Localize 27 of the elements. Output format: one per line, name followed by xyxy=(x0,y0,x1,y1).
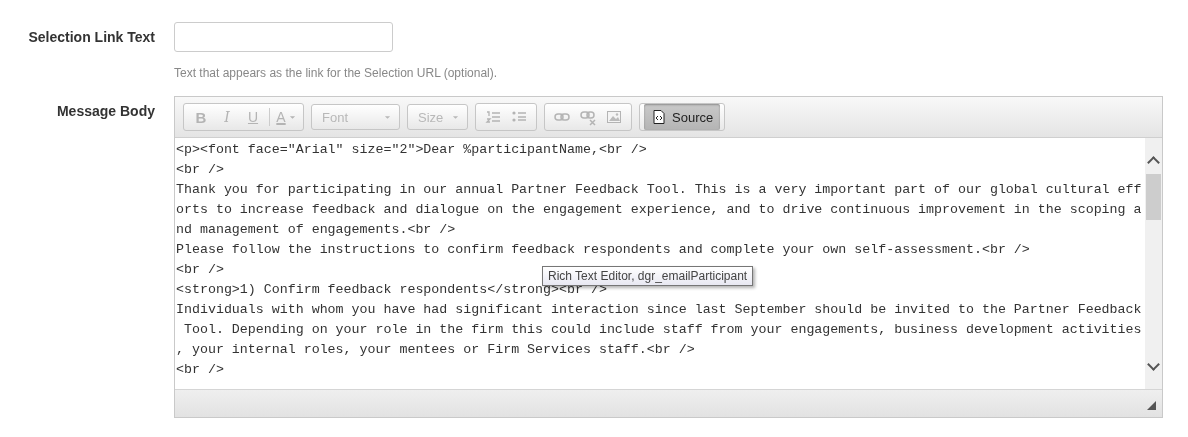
caret-icon xyxy=(288,114,296,120)
code-line: orts to increase feedback and dialogue on the engagement experience, and to drive continuous improvement in the scoping a xyxy=(176,201,1142,219)
scrollbar-thumb[interactable] xyxy=(1146,174,1161,220)
code-line: <br /> xyxy=(176,361,224,379)
caret-icon xyxy=(452,114,459,120)
field-label: Message Body xyxy=(55,102,155,121)
code-line: Thank you for participating in our annual Partner Feedback Tool. This is a very important part of our global cultural eff xyxy=(176,181,1142,199)
code-line: <p><font face="Arial" size="2">Dear %participantName,<br /> xyxy=(176,141,647,159)
scrollbar[interactable] xyxy=(1145,138,1162,389)
unlink-icon xyxy=(580,108,596,126)
numbered-list-icon xyxy=(485,108,501,126)
document-code-icon xyxy=(651,108,667,126)
code-line: Individuals with whom you have had significant interaction since last September should be invited to the Partner Feedback xyxy=(176,301,1142,319)
code-line: Tool. Depending on your role in the firm this could include staff from your engagements, business development activities xyxy=(182,321,1142,339)
hint-text: Text that appears as the link for the Selection URL (optional). xyxy=(174,66,498,81)
caret-icon xyxy=(384,114,391,120)
code-line: , your internal roles, your mentees or Firm Services staff.<br /> xyxy=(176,341,695,359)
code-line: <br /> xyxy=(176,261,224,279)
field-label: Selection Link Text xyxy=(27,28,155,47)
code-line: Please follow the instructions to confirm feedback respondents and complete your own self-assessment.<br /> xyxy=(176,241,1030,259)
text-field[interactable] xyxy=(174,22,393,52)
source-button[interactable]: Source xyxy=(644,104,721,130)
resize-grip-icon[interactable] xyxy=(1147,401,1156,410)
tooltip: Rich Text Editor, dgr_emailParticipant xyxy=(542,266,754,286)
code-line: nd management of engagements.<br /> xyxy=(176,221,456,239)
code-line: <br /> xyxy=(176,161,224,179)
image-icon xyxy=(606,108,622,126)
